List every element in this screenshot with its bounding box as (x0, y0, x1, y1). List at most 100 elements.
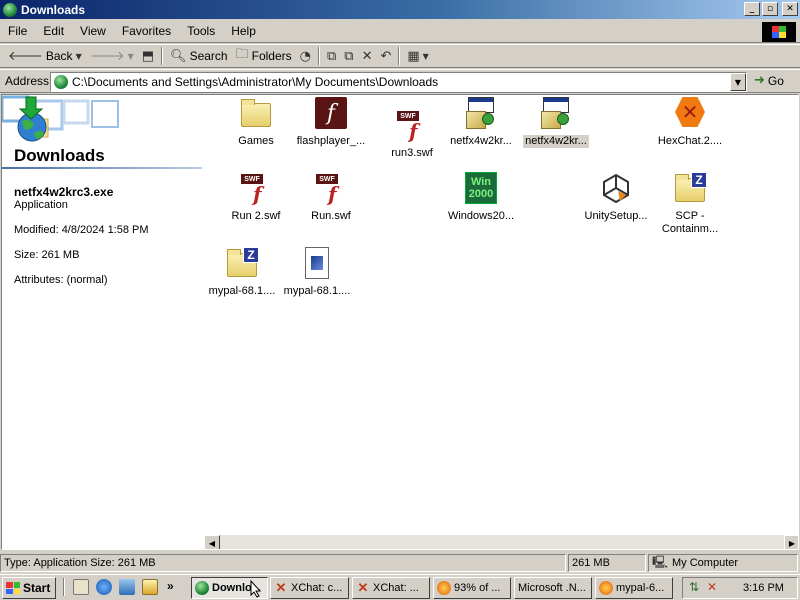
views-button[interactable]: ▦ ▼ (403, 46, 432, 66)
quick-launch-overflow-icon[interactable]: » (167, 579, 174, 593)
close-button[interactable]: ✕ (782, 2, 798, 16)
selected-file-size: Size: 261 MB (14, 249, 80, 261)
views-icon: ▦ (407, 48, 420, 64)
task-microsoft-net[interactable]: Microsoft .N... (514, 577, 592, 599)
file-item[interactable]: Z SCP - Containm... (646, 172, 734, 236)
zip-folder-icon: Z (673, 172, 707, 206)
menu-edit[interactable]: Edit (35, 24, 72, 38)
file-label: UnitySetup... (584, 210, 648, 222)
network-icon[interactable]: ⇅ (689, 580, 699, 594)
file-item-selected[interactable]: netfx4w2kr... (512, 97, 600, 148)
zip-folder-icon: Z (225, 247, 259, 281)
xchat-icon: ✕ (357, 580, 369, 595)
setup-icon (539, 97, 573, 131)
file-item[interactable]: mypal-68.1.... (273, 247, 361, 298)
file-label: HexChat.2.... (657, 135, 723, 147)
folders-button[interactable]: 🗀 Folders (232, 46, 296, 66)
delete-button[interactable]: ✕ (358, 46, 377, 66)
task-label: Microsoft .N... (518, 582, 586, 594)
pane-title: Downloads (14, 146, 105, 165)
forward-button[interactable]: 🡒 ▼ (86, 46, 138, 66)
file-label: mypal-68.1.... (283, 285, 351, 297)
selected-file-attributes: Attributes: (normal) (14, 274, 108, 286)
show-desktop-icon[interactable] (73, 579, 89, 595)
explorer-search-icon[interactable] (142, 579, 158, 595)
status-zone: 🖳 My Computer (648, 554, 798, 572)
taskbar: Start » Downlo... ✕ XChat: c... ✕ XChat:… (0, 574, 800, 600)
task-xchat-2[interactable]: ✕ XChat: ... (352, 577, 430, 599)
minimize-button[interactable]: _ (744, 2, 760, 16)
window-controls: _ ▫ ✕ (744, 2, 798, 16)
search-button[interactable]: 🔍︎ Search (166, 46, 232, 66)
folder-view: Downloads netfx4w2krc3.exe Application M… (1, 94, 799, 550)
scroll-right-button[interactable]: ▶ (784, 535, 798, 549)
swf-icon: SWF f (239, 172, 273, 206)
back-button[interactable]: 🡐 Back ▼ (4, 46, 86, 66)
task-xchat-1[interactable]: ✕ XChat: c... (270, 577, 349, 599)
taskbar-separator (63, 578, 65, 596)
maximize-button[interactable]: ▫ (762, 2, 778, 16)
chevron-down-icon: ▼ (422, 51, 429, 61)
outlook-express-icon[interactable] (119, 579, 135, 595)
file-label: run3.swf (391, 147, 433, 159)
up-folder-button[interactable]: ⬒ (138, 46, 158, 66)
mouse-cursor-icon (250, 580, 262, 598)
search-label: Search (189, 49, 228, 63)
file-label: Run 2.swf (231, 210, 281, 222)
status-size: 261 MB (568, 554, 646, 572)
scroll-left-button[interactable]: ◀ (204, 535, 220, 549)
task-label: XChat: c... (291, 582, 343, 594)
selected-file-name: netfx4w2krc3.exe (14, 185, 114, 199)
address-input[interactable]: C:\Documents and Settings\Administrator\… (50, 72, 747, 92)
folders-label: Folders (251, 49, 292, 63)
go-label: Go (767, 73, 784, 88)
task-mypal[interactable]: mypal-6... (595, 577, 673, 599)
file-label: netfx4w2kr... (450, 135, 512, 147)
address-dropdown-button[interactable]: ▼ (730, 73, 746, 91)
folders-icon: 🗀 (235, 47, 249, 62)
standard-toolbar: 🡐 Back ▼ 🡒 ▼ ⬒ 🔍︎ Search 🗀 Folders ◔ ⧉ ⧉… (0, 44, 800, 68)
file-item[interactable]: ✕ HexChat.2.... (646, 97, 734, 148)
selected-file-modified: Modified: 4/8/2024 1:58 PM (14, 224, 149, 236)
chevron-down-icon[interactable]: ▼ (76, 52, 82, 61)
menu-view[interactable]: View (72, 24, 114, 38)
windows-flag-icon (6, 582, 20, 594)
toolbar-separator (317, 47, 320, 65)
menu-favorites[interactable]: Favorites (114, 24, 179, 38)
clock: 3:16 PM (743, 582, 784, 594)
menu-file[interactable]: File (0, 24, 35, 38)
start-button[interactable]: Start (2, 577, 56, 599)
search-icon: 🔍︎ (170, 48, 187, 64)
menu-bar: File Edit View Favorites Tools Help (0, 20, 800, 43)
firefox-icon (437, 581, 451, 595)
unity-icon (599, 172, 633, 206)
menu-tools[interactable]: Tools (179, 24, 223, 38)
file-label: SCP - Containm... (661, 210, 719, 235)
history-button[interactable]: ◔ (296, 46, 315, 66)
go-arrow-icon: ➜ (754, 73, 765, 88)
file-item[interactable]: f flashplayer_... (287, 97, 375, 148)
task-download-progress[interactable]: 93% of ... (433, 577, 511, 599)
undo-icon: ↶ (380, 48, 392, 64)
file-item[interactable]: SWF f Run.swf (287, 172, 375, 223)
file-label: Run.swf (311, 210, 351, 222)
undo-button[interactable]: ↶ (376, 46, 395, 66)
chevron-down-icon[interactable]: ▼ (128, 52, 134, 61)
downloads-folder-globe-icon (2, 95, 119, 142)
file-item[interactable]: Win 2000 Windows20... (437, 172, 525, 223)
window-title: Downloads (21, 2, 86, 17)
hexchat-icon: ✕ (673, 97, 707, 131)
internet-explorer-icon[interactable] (96, 579, 112, 595)
start-label: Start (23, 581, 51, 595)
go-button[interactable]: ➜ Go (754, 73, 784, 88)
address-label: Address (5, 74, 50, 88)
windows-logo-icon (762, 22, 796, 42)
copy-to-button[interactable]: ⧉ (340, 46, 357, 66)
horizontal-scrollbar[interactable]: ◀ ▶ (204, 535, 798, 549)
menu-help[interactable]: Help (223, 24, 264, 38)
xchat-tray-icon[interactable]: ✕ (707, 580, 717, 594)
title-bar: Downloads _ ▫ ✕ (0, 0, 800, 19)
file-list: Games f flashplayer_... SWF f run3.swf ne… (204, 95, 798, 535)
move-to-button[interactable]: ⧉ (323, 46, 340, 66)
forward-arrow-icon: 🡒 (89, 49, 125, 64)
